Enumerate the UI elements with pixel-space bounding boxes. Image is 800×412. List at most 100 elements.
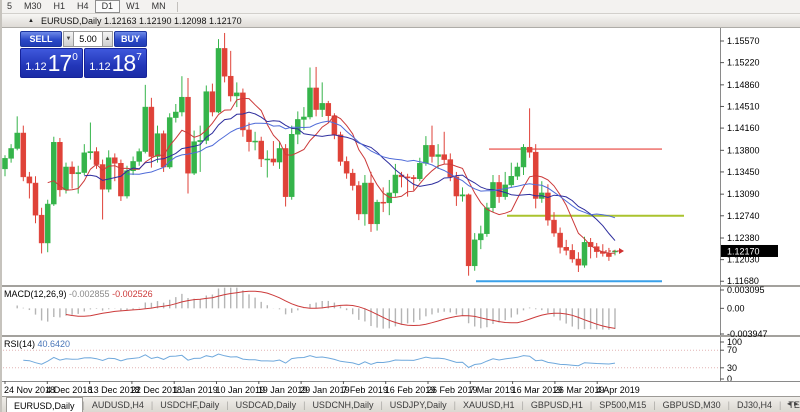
candle-down (149, 107, 154, 156)
candle-down (576, 259, 581, 265)
timeframe-tab-m30[interactable]: M30 (18, 0, 48, 13)
candle-up (204, 92, 209, 141)
candle-up (64, 167, 69, 190)
candle-up (460, 195, 465, 196)
candle-down (259, 141, 264, 159)
symbol-tab-usdcnh-daily[interactable]: USDCNH,Daily (305, 397, 380, 412)
candle-up (234, 93, 239, 96)
symbol-tab-xauusd-h1[interactable]: XAUUSD,H1 (456, 397, 522, 412)
price-tick-label: 1.15570 (727, 36, 760, 46)
rsi-label: RSI(14) 40.6420 (4, 339, 70, 349)
macd-label: MACD(12,26,9) -0.002855 -0.002526 (4, 289, 153, 299)
candle-down (369, 183, 374, 224)
candle-up (9, 148, 14, 158)
buy-price-pipette: 7 (136, 49, 142, 63)
window-left-edge (0, 0, 2, 412)
candle-up (515, 167, 520, 176)
candle-up (137, 152, 142, 162)
candle-down (228, 76, 233, 96)
buy-price-prefix: 1.12 (89, 61, 110, 77)
timeframe-tab-5[interactable]: 5 (1, 0, 18, 13)
price-chart-svg[interactable]: 1.155701.152201.148601.145101.141601.138… (0, 28, 800, 396)
candle-down (338, 135, 343, 162)
candle-up (106, 158, 111, 189)
candle-down (570, 250, 575, 259)
candle-down (326, 103, 331, 115)
timeframe-tab-h1[interactable]: H1 (48, 0, 72, 13)
candle-down (271, 159, 276, 162)
symbol-tab-usdcad-daily[interactable]: USDCAD,Daily (229, 397, 304, 412)
price-tick-label: 1.12740 (727, 211, 760, 221)
tab-scroll-left-icon[interactable]: ◂ (787, 399, 791, 408)
symbol-tab-gbpusd-h1[interactable]: GBPUSD,H1 (524, 397, 590, 412)
symbol-tab-dj30-h4[interactable]: DJ30,H4 (730, 397, 779, 412)
time-tick-label: 4 Dec 2018 (46, 385, 92, 395)
candle-down (411, 177, 416, 178)
candle-down (57, 142, 62, 190)
price-tick-label: 1.12380 (727, 233, 760, 243)
timeframe-tab-d1[interactable]: D1 (95, 0, 121, 13)
candle-down (70, 167, 75, 174)
candle-down (33, 183, 38, 215)
buy-price-display[interactable]: 1.12187 (84, 48, 147, 78)
candle-down (27, 177, 32, 183)
candle-up (253, 141, 258, 142)
sell-price-display[interactable]: 1.12170 (20, 48, 83, 78)
price-tick-label: 1.14510 (727, 101, 760, 111)
candle-up (155, 134, 160, 157)
time-tick-label: 4 Apr 2019 (596, 385, 640, 395)
volume-decrease-button[interactable]: ▼ (63, 31, 74, 47)
collapse-chart-icon[interactable]: ▲ (28, 18, 34, 24)
macd-scale-label: 0.003095 (727, 285, 765, 295)
candle-down (344, 161, 349, 173)
volume-input[interactable] (74, 31, 102, 47)
candle-up (3, 158, 8, 168)
timeframe-tab-mn[interactable]: MN (146, 0, 172, 13)
price-tick-label: 1.13800 (727, 145, 760, 155)
candle-up (491, 182, 496, 207)
symbol-tab-sp500-m15[interactable]: SP500,M15 (592, 397, 653, 412)
chart-title-bar[interactable]: ▲ EURUSD,Daily 1.12163 1.12190 1.12098 1… (0, 14, 800, 28)
candle-up (393, 175, 398, 193)
symbol-tab-usdchf-daily[interactable]: USDCHF,Daily (153, 397, 226, 412)
candle-down (527, 147, 532, 152)
buy-button[interactable]: BUY (114, 31, 147, 47)
toolbar-separator (177, 2, 178, 12)
timeframe-toolbar: 5M30H1H4D1W1MN (0, 0, 800, 14)
panel-splitter-2[interactable] (0, 335, 800, 337)
candle-down (94, 152, 99, 165)
rsi-scale-label: 30 (727, 363, 737, 373)
candle-down (210, 92, 215, 112)
candle-down (350, 173, 355, 185)
candle-up (301, 117, 306, 119)
sell-button[interactable]: SELL (20, 31, 62, 47)
candle-up (216, 48, 221, 112)
candle-up (521, 147, 526, 167)
candle-up (173, 112, 178, 118)
timeframe-tab-h4[interactable]: H4 (71, 0, 95, 13)
trading-terminal-window: 5M30H1H4D1W1MN ▲ EURUSD,Daily 1.12163 1.… (0, 0, 800, 412)
symbol-tab-eurusd-daily[interactable]: EURUSD,Daily (6, 397, 83, 412)
symbol-tab-bar: EURUSD,Daily|AUDUSD,H4|USDCHF,Daily|USDC… (0, 396, 800, 412)
candle-down (283, 148, 288, 196)
tab-scroll-right-icon[interactable]: ▸ (794, 399, 798, 408)
symbol-tab-audusd-h4[interactable]: AUDUSD,H4 (85, 397, 151, 412)
candle-down (186, 97, 191, 173)
volume-increase-button[interactable]: ▲ (102, 31, 113, 47)
timeframe-tab-w1[interactable]: W1 (120, 0, 146, 13)
candle-up (88, 152, 93, 153)
chart-title: EURUSD,Daily 1.12163 1.12190 1.12098 1.1… (41, 16, 242, 26)
price-tick-label: 1.13450 (727, 167, 760, 177)
panel-splitter-1[interactable] (0, 285, 800, 287)
candle-up (417, 163, 422, 178)
candle-up (179, 97, 184, 112)
candle-up (362, 183, 367, 214)
candle-down (454, 177, 459, 196)
candle-up (51, 142, 56, 204)
candle-up (289, 134, 294, 196)
candle-up (436, 155, 441, 157)
buy-price-big-digits: 18 (112, 49, 136, 77)
symbol-tab-gbpusd-m30[interactable]: GBPUSD,M30 (656, 397, 728, 412)
candle-down (442, 155, 447, 160)
symbol-tab-usdjpy-daily[interactable]: USDJPY,Daily (383, 397, 454, 412)
